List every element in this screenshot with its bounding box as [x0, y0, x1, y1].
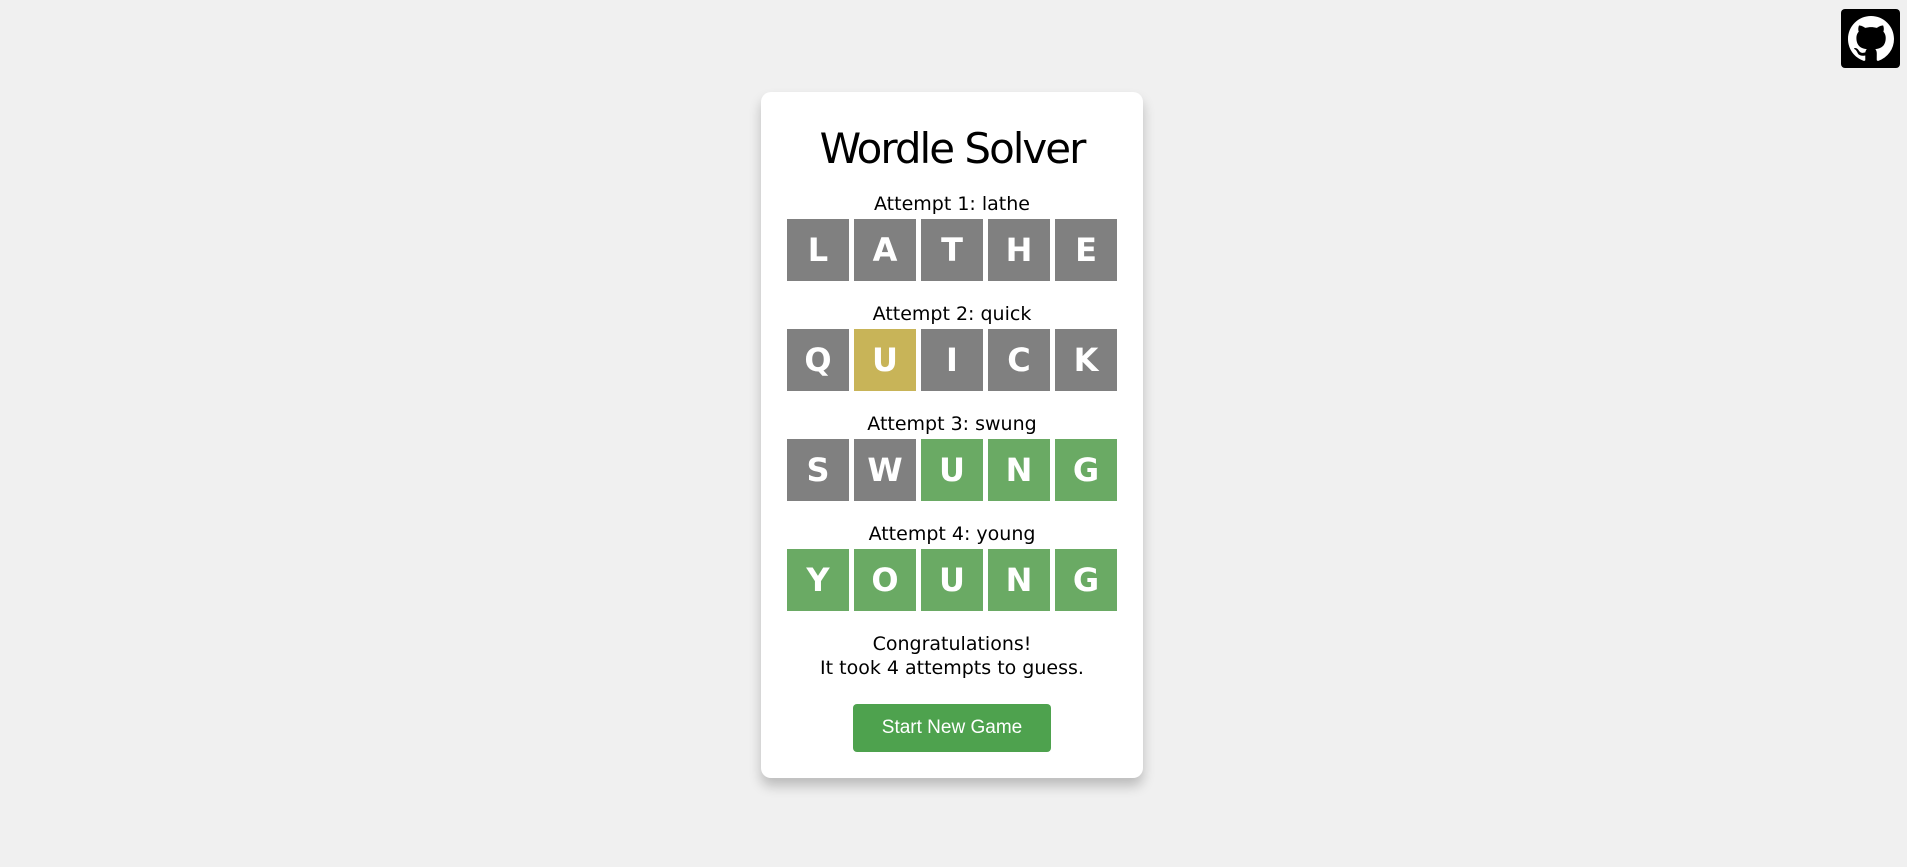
result-line-2: It took 4 attempts to guess.	[820, 657, 1084, 680]
letter-tile-absent: L	[787, 219, 849, 282]
letter-tile-correct: U	[921, 549, 983, 612]
letter-tile-absent: S	[787, 439, 849, 502]
letter-tile-correct: U	[921, 439, 983, 502]
tile-row: YOUNG	[787, 549, 1117, 612]
solver-card: Wordle Solver Attempt 1: lathe L A T H E Attem…	[761, 92, 1143, 778]
letter-tile-absent: H	[988, 219, 1050, 282]
app-title: Wordle Solver	[819, 124, 1087, 173]
letter-tile-absent: T	[921, 219, 983, 282]
attempt-row: Attempt 3: swung S W U N G	[787, 412, 1117, 502]
tile-row: QUICK	[787, 329, 1117, 392]
letter-tile-absent: E	[1055, 219, 1117, 282]
letter-tile-absent: K	[1055, 329, 1117, 392]
github-link[interactable]	[1841, 9, 1900, 68]
attempt-row: Attempt 4: young Y O U N G	[787, 522, 1117, 612]
tile-row: SWUNG	[787, 439, 1117, 502]
letter-tile-correct: G	[1055, 439, 1117, 502]
letter-tile-correct: Y	[787, 549, 849, 612]
letter-tile-correct: O	[854, 549, 916, 612]
attempt-label: Attempt 4: young	[868, 523, 1036, 546]
letter-tile-correct: N	[988, 549, 1050, 612]
github-icon	[1847, 15, 1894, 62]
result-message: Congratulations! It took 4 attempts to g…	[820, 632, 1084, 680]
letter-tile-correct: G	[1055, 549, 1117, 612]
attempt-label: Attempt 3: swung	[867, 413, 1037, 436]
letter-tile-absent: W	[854, 439, 916, 502]
tile-row: LATHE	[787, 219, 1117, 282]
attempt-label: Attempt 2: quick	[872, 303, 1032, 326]
letter-tile-absent: I	[921, 329, 983, 392]
letter-tile-absent: C	[988, 329, 1050, 392]
result-line-1: Congratulations!	[872, 633, 1032, 656]
attempts-list: Attempt 1: lathe L A T H E Attempt 2: quick Q U I…	[787, 192, 1117, 632]
letter-tile-correct: N	[988, 439, 1050, 502]
letter-tile-absent: A	[854, 219, 916, 282]
attempt-label: Attempt 1: lathe	[874, 193, 1030, 216]
page: Wordle Solver Attempt 1: lathe L A T H E Attem…	[0, 0, 1907, 867]
letter-tile-present: U	[854, 329, 916, 392]
attempt-row: Attempt 2: quick Q U I C K	[787, 302, 1117, 392]
start-new-game-button[interactable]: Start New Game	[853, 704, 1051, 753]
attempt-row: Attempt 1: lathe L A T H E	[787, 192, 1117, 282]
letter-tile-absent: Q	[787, 329, 849, 392]
